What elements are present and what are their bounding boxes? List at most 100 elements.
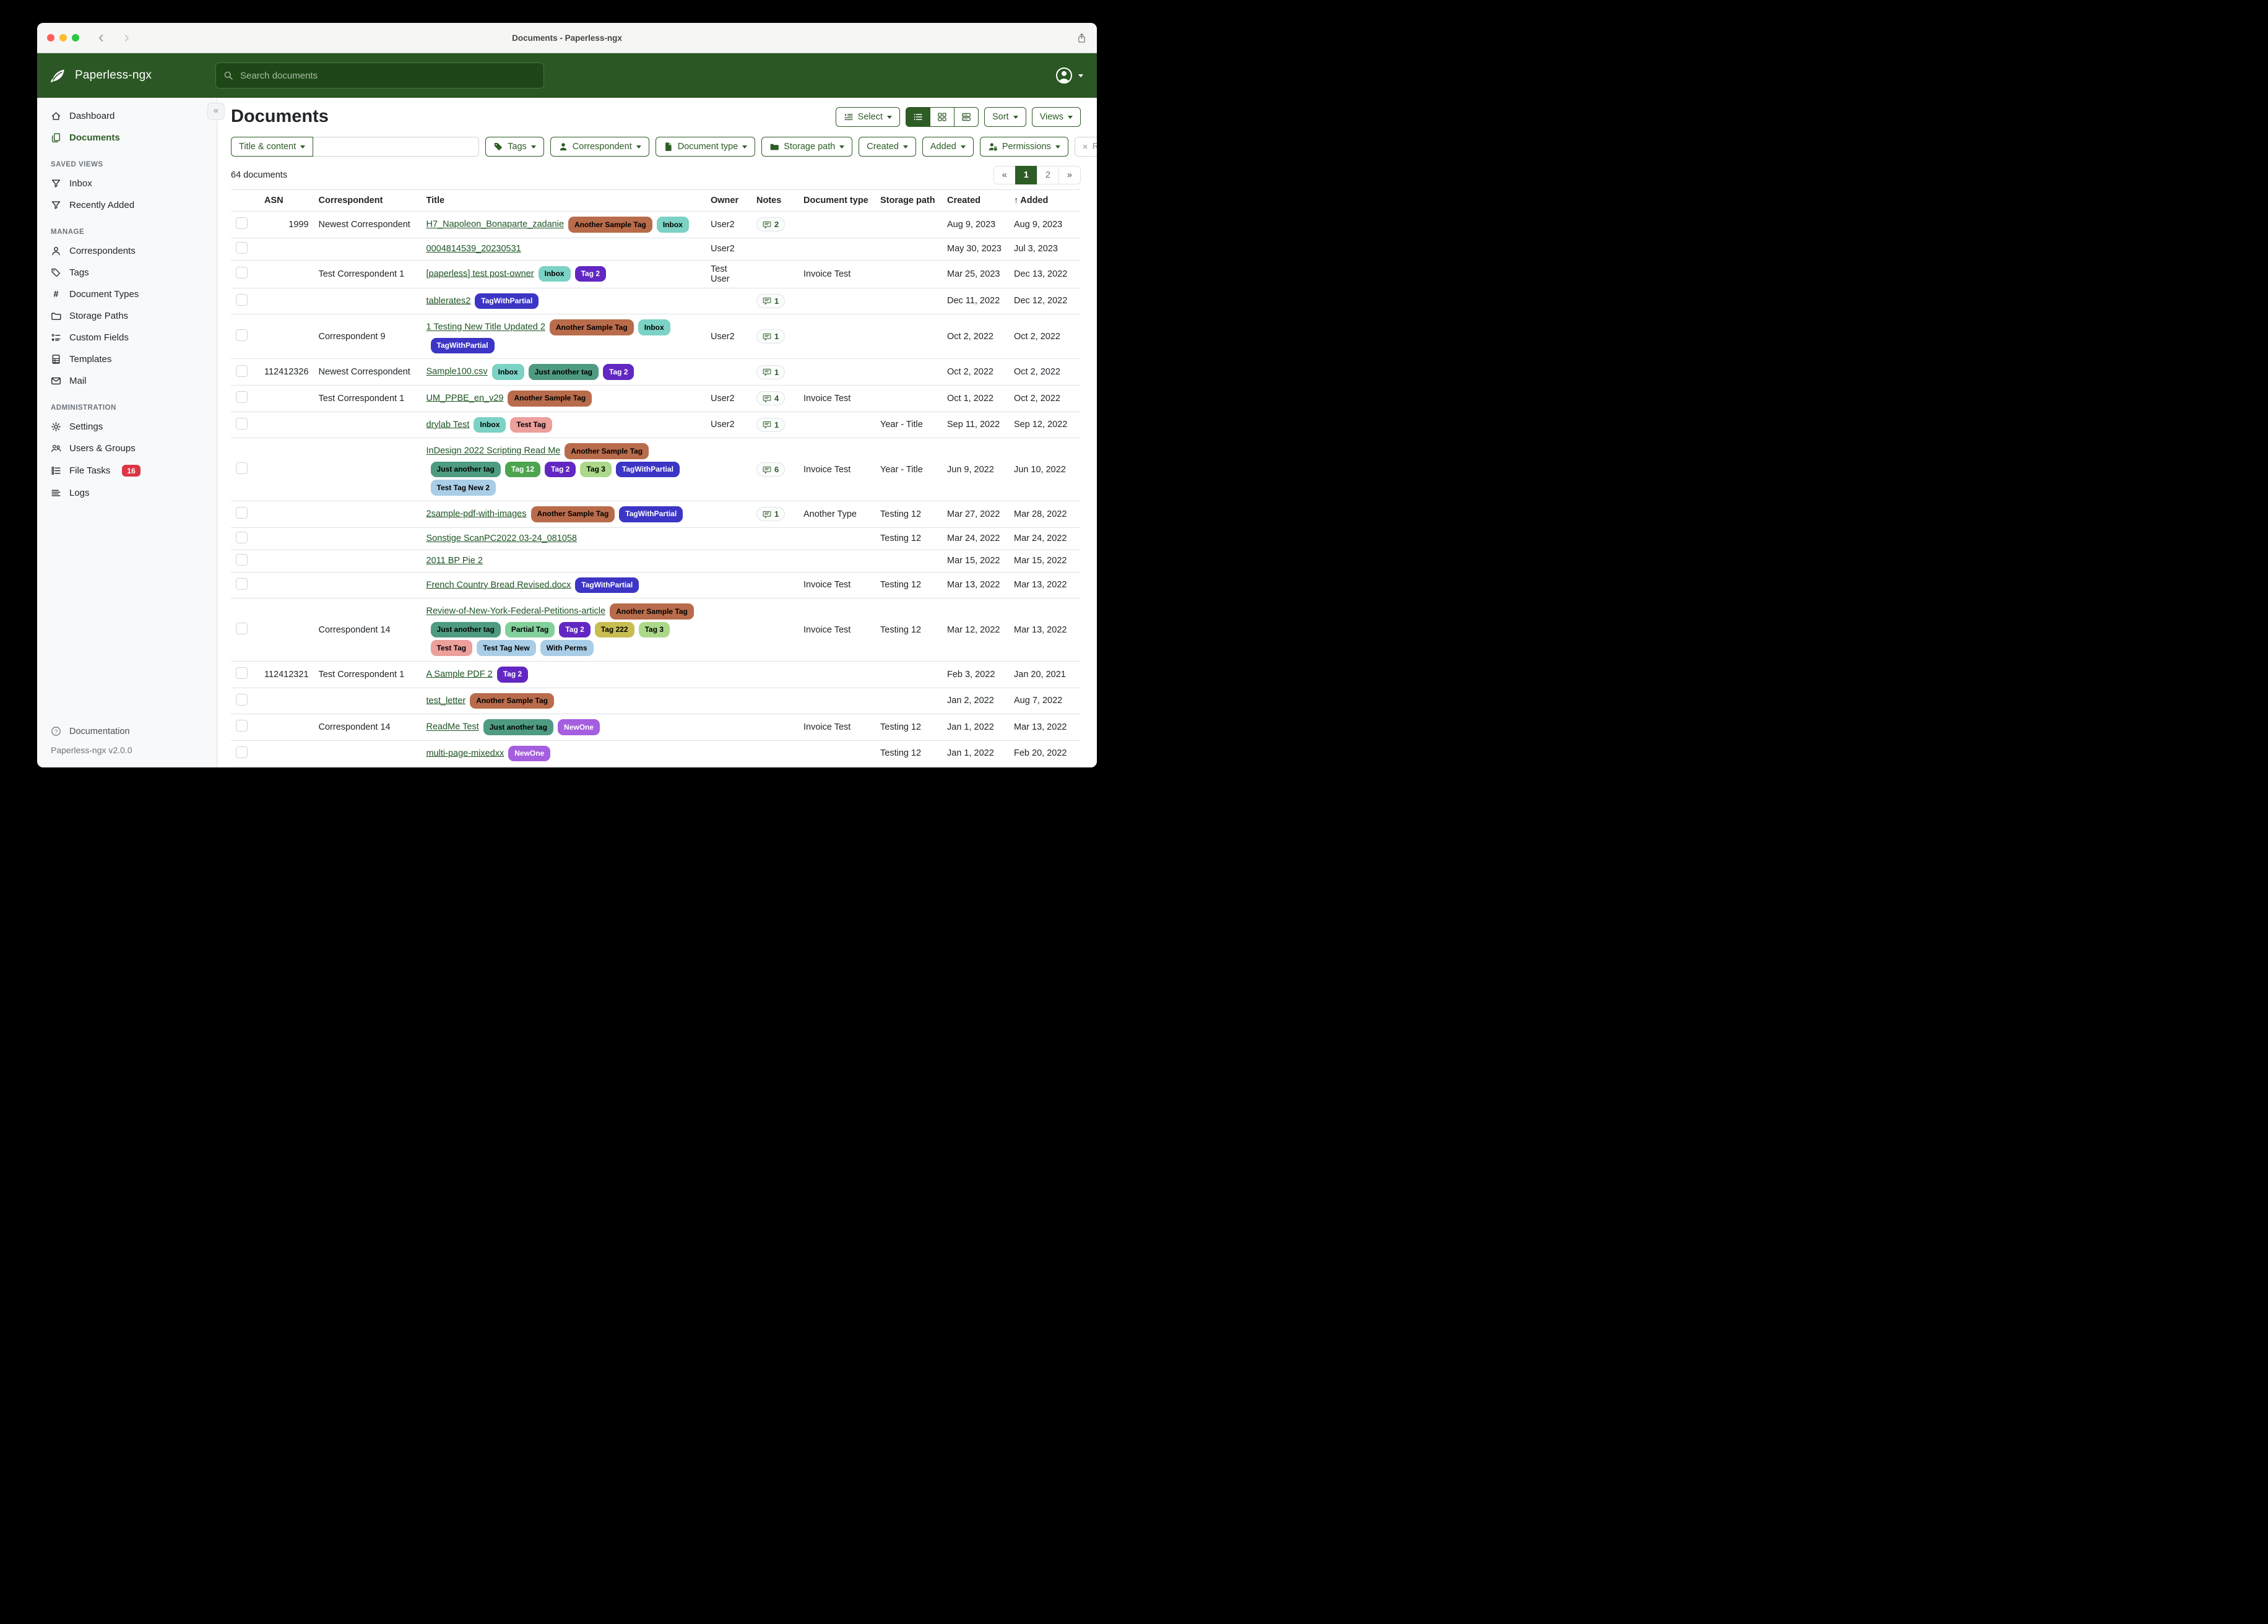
filter-created-button[interactable]: Created xyxy=(859,137,916,157)
tag-badge[interactable]: Tag 3 xyxy=(639,622,670,638)
tag-badge[interactable]: Another Sample Tag xyxy=(565,443,649,459)
tag-badge[interactable]: Partial Tag xyxy=(505,622,555,638)
tag-badge[interactable]: With Perms xyxy=(540,640,594,656)
column-header-notes[interactable]: Notes xyxy=(751,190,799,212)
tag-badge[interactable]: Inbox xyxy=(492,364,524,380)
document-link[interactable]: 0004814539_20230531 xyxy=(426,244,521,254)
correspondent-cell[interactable] xyxy=(314,412,422,438)
document-link[interactable]: drylab Test xyxy=(426,420,470,430)
sort-button[interactable]: Sort xyxy=(984,107,1026,127)
column-header-asn[interactable]: ASN xyxy=(259,190,314,212)
correspondent-cell[interactable] xyxy=(314,288,422,314)
sidebar-item-templates[interactable]: Templates xyxy=(37,348,217,370)
sidebar-item-inbox[interactable]: Inbox xyxy=(37,173,217,194)
sidebar-item-mail[interactable]: Mail xyxy=(37,370,217,392)
sidebar-item-file-tasks[interactable]: File Tasks16 xyxy=(37,459,217,482)
notes-badge[interactable]: 1 xyxy=(756,365,785,379)
storage-path-cell[interactable]: Year - Title xyxy=(875,438,942,501)
tag-badge[interactable]: Tag 222 xyxy=(595,622,634,638)
storage-path-cell[interactable]: Testing 12 xyxy=(875,714,942,741)
tag-badge[interactable]: Tag 12 xyxy=(505,462,540,478)
correspondent-cell[interactable]: Correspondent 9 xyxy=(314,314,422,359)
sidebar-item-documents[interactable]: Documents xyxy=(37,127,217,149)
tag-badge[interactable]: Just another tag xyxy=(431,622,501,638)
correspondent-cell[interactable] xyxy=(314,688,422,714)
storage-path-cell[interactable] xyxy=(875,550,942,572)
row-checkbox[interactable] xyxy=(236,391,248,403)
document-link[interactable]: InDesign 2022 Scripting Read Me xyxy=(426,446,561,456)
document-link[interactable]: UM_PPBE_en_v29 xyxy=(426,393,504,403)
column-header-owner[interactable]: Owner xyxy=(706,190,751,212)
document-type-cell[interactable]: Invoice Test xyxy=(799,714,875,741)
storage-path-cell[interactable] xyxy=(875,385,942,412)
document-type-cell[interactable] xyxy=(799,238,875,260)
pagination-page-2-button[interactable]: 2 xyxy=(1037,166,1059,184)
row-checkbox[interactable] xyxy=(236,462,248,474)
tag-badge[interactable]: TagWithPartial xyxy=(431,338,495,354)
sidebar-item-dashboard[interactable]: Dashboard xyxy=(37,105,217,127)
tag-badge[interactable]: Tag 2 xyxy=(575,266,606,282)
tag-badge[interactable]: Inbox xyxy=(657,217,689,233)
views-button[interactable]: Views xyxy=(1032,107,1081,127)
filter-storage-path-button[interactable]: Storage path xyxy=(761,137,852,157)
document-link[interactable]: 2011 BP Pie 2 xyxy=(426,556,483,566)
document-type-cell[interactable] xyxy=(799,412,875,438)
correspondent-cell[interactable]: Newest Correspondent xyxy=(314,359,422,386)
row-checkbox[interactable] xyxy=(236,623,248,634)
correspondent-cell[interactable] xyxy=(314,438,422,501)
tag-badge[interactable]: Tag 2 xyxy=(559,622,590,638)
document-link[interactable]: test_letter xyxy=(426,696,466,706)
tag-badge[interactable]: Another Sample Tag xyxy=(531,506,615,522)
view-list-button[interactable] xyxy=(906,107,930,127)
correspondent-cell[interactable]: Correspondent 14 xyxy=(314,714,422,741)
correspondent-cell[interactable] xyxy=(314,550,422,572)
row-checkbox[interactable] xyxy=(236,418,248,430)
correspondent-cell[interactable]: Test Correspondent 1 xyxy=(314,260,422,288)
tag-badge[interactable]: Another Sample Tag xyxy=(610,603,694,620)
tag-badge[interactable]: Test Tag xyxy=(431,640,473,656)
tag-badge[interactable]: Tag 2 xyxy=(545,462,576,478)
tag-badge[interactable]: Just another tag xyxy=(431,462,501,478)
row-checkbox[interactable] xyxy=(236,242,248,254)
correspondent-cell[interactable]: Test Correspondent 1 xyxy=(314,661,422,688)
storage-path-cell[interactable]: Testing 12 xyxy=(875,501,942,527)
document-link[interactable]: ReadMe Test xyxy=(426,722,479,732)
document-link[interactable]: Review-of-New-York-Federal-Petitions-art… xyxy=(426,607,606,616)
document-type-cell[interactable] xyxy=(799,740,875,767)
correspondent-cell[interactable]: Test Correspondent 1 xyxy=(314,385,422,412)
document-type-cell[interactable] xyxy=(799,661,875,688)
document-type-cell[interactable]: Invoice Test xyxy=(799,385,875,412)
correspondent-cell[interactable] xyxy=(314,740,422,767)
column-header-title[interactable]: Title xyxy=(422,190,706,212)
tag-badge[interactable]: Tag 2 xyxy=(497,667,528,683)
notes-badge[interactable]: 6 xyxy=(756,462,785,477)
document-link[interactable]: A Sample PDF 2 xyxy=(426,669,493,679)
pagination-next-button[interactable]: » xyxy=(1058,166,1081,184)
sidebar-item-storage-paths[interactable]: Storage Paths xyxy=(37,305,217,327)
notes-badge[interactable]: 2 xyxy=(756,217,785,231)
sidebar-item-recently-added[interactable]: Recently Added xyxy=(37,194,217,216)
tag-badge[interactable]: NewOne xyxy=(508,746,550,762)
storage-path-cell[interactable]: Testing 12 xyxy=(875,572,942,598)
storage-path-cell[interactable]: Testing 12 xyxy=(875,527,942,550)
tag-badge[interactable]: Test Tag New xyxy=(477,640,536,656)
row-checkbox[interactable] xyxy=(236,294,248,306)
close-window-button[interactable] xyxy=(47,34,54,41)
column-header-created[interactable]: Created xyxy=(942,190,1009,212)
document-type-cell[interactable] xyxy=(799,527,875,550)
row-checkbox[interactable] xyxy=(236,667,248,679)
filter-document-type-button[interactable]: Document type xyxy=(656,137,756,157)
document-link[interactable]: 1 Testing New Title Updated 2 xyxy=(426,322,545,332)
document-link[interactable]: tablerates2 xyxy=(426,296,471,306)
storage-path-cell[interactable] xyxy=(875,688,942,714)
row-checkbox[interactable] xyxy=(236,267,248,279)
tag-badge[interactable]: TagWithPartial xyxy=(575,577,639,594)
notes-badge[interactable]: 4 xyxy=(756,391,785,405)
tag-badge[interactable]: TagWithPartial xyxy=(616,462,680,478)
sidebar-item-logs[interactable]: Logs xyxy=(37,482,217,504)
document-link[interactable]: H7_Napoleon_Bonaparte_zadanie xyxy=(426,220,565,230)
minimize-window-button[interactable] xyxy=(59,34,67,41)
sidebar-item-settings[interactable]: Settings xyxy=(37,416,217,438)
tag-badge[interactable]: Test Tag xyxy=(510,417,552,433)
row-checkbox[interactable] xyxy=(236,329,248,341)
